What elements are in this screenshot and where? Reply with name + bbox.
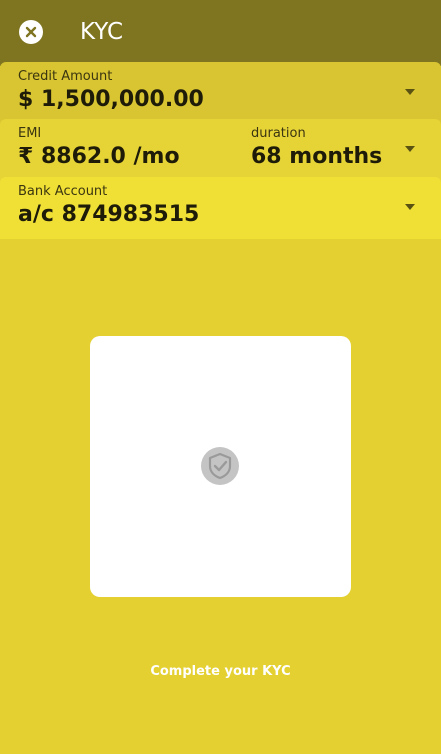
credit-amount-value: $ 1,500,000.00 — [18, 87, 204, 112]
bank-account-dropdown[interactable]: Bank Account a/c 874983515 — [0, 177, 441, 239]
kyc-card[interactable] — [90, 336, 351, 597]
emi-value: ₹ 8862.0 /mo — [18, 144, 180, 169]
duration-value: 68 months — [251, 144, 383, 169]
bank-account-label: Bank Account — [18, 184, 108, 199]
duration-label: duration — [251, 126, 306, 141]
emi-label: EMI — [18, 126, 42, 141]
close-icon[interactable] — [19, 20, 43, 44]
chevron-down-icon — [405, 89, 415, 95]
emi-dropdown[interactable]: EMI ₹ 8862.0 /mo duration 68 months — [0, 119, 441, 181]
app-header: KYC — [0, 0, 441, 66]
chevron-down-icon — [405, 146, 415, 152]
bank-account-value: a/c 874983515 — [18, 202, 200, 227]
credit-amount-dropdown[interactable]: Credit Amount $ 1,500,000.00 — [0, 62, 441, 124]
shield-check-icon — [200, 446, 240, 486]
chevron-down-icon — [405, 204, 415, 210]
page-title: KYC — [80, 19, 124, 45]
complete-kyc-link[interactable]: Complete your KYC — [0, 664, 441, 679]
credit-amount-label: Credit Amount — [18, 69, 113, 84]
